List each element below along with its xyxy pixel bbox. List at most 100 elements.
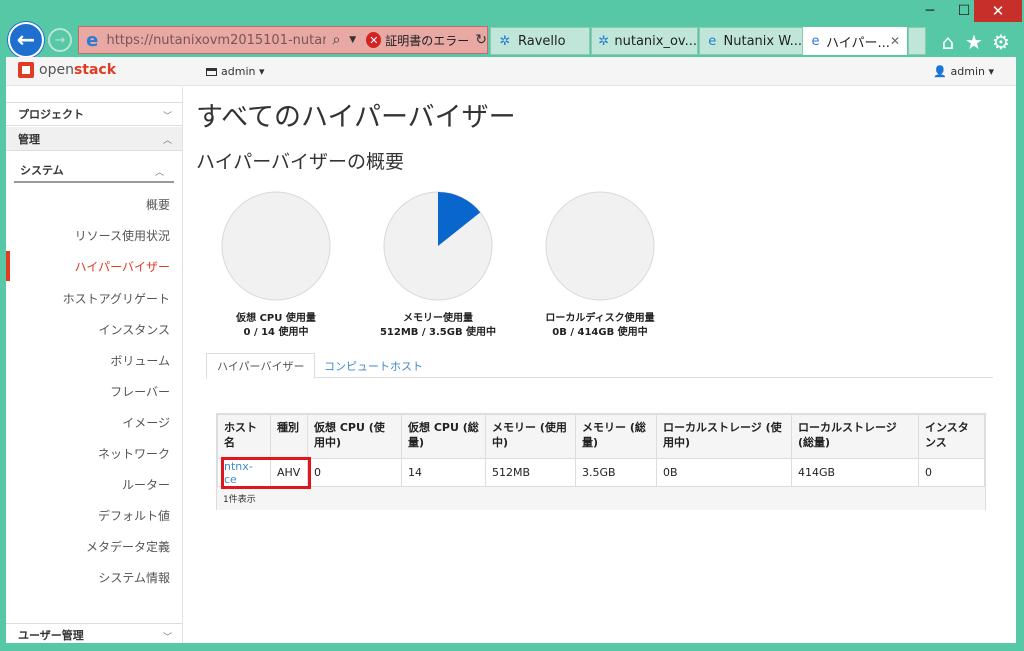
memory-usage-title: メモリー使用量 bbox=[403, 313, 473, 324]
col-local-storage-used[interactable]: ローカルストレージ (使用中) bbox=[656, 414, 792, 459]
sidebar-item-defaults[interactable]: デフォルト値 bbox=[6, 500, 182, 530]
col-host-name[interactable]: ホスト名 bbox=[217, 414, 271, 459]
col-vcpu-total[interactable]: 仮想 CPU (総量) bbox=[401, 414, 486, 459]
table-footer: 1件表示 bbox=[217, 487, 985, 510]
chevron-down-icon: ﹀ bbox=[162, 112, 172, 122]
browser-tab-nutanix-w[interactable]: e Nutanix W... bbox=[699, 27, 803, 55]
ravello-icon: ✲ bbox=[598, 33, 610, 49]
browser-tab-nutanix-ov[interactable]: ✲ nutanix_ov... bbox=[591, 27, 698, 55]
summary-title: ハイパーバイザーの概要 bbox=[196, 151, 405, 173]
tab-label: nutanix_ov... bbox=[614, 33, 697, 49]
close-window-button[interactable]: ✕ bbox=[974, 0, 1022, 22]
sidebar-section-user-management[interactable]: ユーザー管理 ﹀ bbox=[6, 623, 182, 643]
sidebar-section-project[interactable]: プロジェクト ﹀ bbox=[6, 102, 182, 126]
tab-label: Ravello bbox=[518, 33, 566, 49]
sidebar: プロジェクト ﹀ 管理 ︿ システム ︿ 概要 リソース使用状況 ハイパーバイザー ホ… bbox=[6, 87, 183, 643]
col-memory-used[interactable]: メモリー (使用中) bbox=[485, 414, 576, 459]
sidebar-section-system[interactable]: システム ︿ bbox=[14, 159, 174, 183]
sidebar-item-routers[interactable]: ルーター bbox=[6, 469, 182, 499]
vcpu-used-cell: 0 bbox=[307, 458, 402, 487]
memory-used-cell: 512MB bbox=[485, 458, 576, 487]
sidebar-item-flavors[interactable]: フレーバー bbox=[6, 376, 182, 406]
storage-used-cell: 0B bbox=[656, 458, 792, 487]
col-type[interactable]: 種別 bbox=[270, 414, 308, 459]
forward-arrow-icon: → bbox=[54, 32, 66, 48]
content-tabs: ハイパーバイザー コンピュートホスト bbox=[206, 353, 993, 379]
ie-icon: e bbox=[708, 33, 717, 49]
instances-cell: 0 bbox=[918, 458, 985, 487]
disk-usage-pie bbox=[545, 191, 655, 301]
ravello-icon: ✲ bbox=[499, 33, 511, 49]
sidebar-item-volumes[interactable]: ボリューム bbox=[6, 345, 182, 375]
sidebar-item-instances[interactable]: インスタンス bbox=[6, 314, 182, 344]
forward-button[interactable]: → bbox=[48, 28, 72, 52]
col-instances[interactable]: インスタンス bbox=[918, 414, 985, 459]
cert-error-icon[interactable]: ✕ bbox=[366, 32, 382, 48]
disk-usage-label: ローカルディスク使用量 0B / 414GB 使用中 bbox=[515, 312, 685, 340]
tab-label: ハイパー... bbox=[826, 35, 890, 51]
vcpu-total-cell: 14 bbox=[401, 458, 486, 487]
sidebar-item-hypervisors[interactable]: ハイパーバイザー bbox=[6, 251, 182, 281]
vcpu-usage-title: 仮想 CPU 使用量 bbox=[236, 313, 316, 324]
col-memory-total[interactable]: メモリー (総量) bbox=[575, 414, 657, 459]
title-bar: ─ ☐ ✕ bbox=[0, 0, 1024, 24]
main-content: すべてのハイパーバイザー ハイパーバイザーの概要 仮想 CPU 使用量 0 / … bbox=[196, 87, 1006, 643]
sidebar-item-host-aggregates[interactable]: ホストアグリゲート bbox=[6, 283, 182, 313]
sidebar-item-networks[interactable]: ネットワーク bbox=[6, 438, 182, 468]
back-arrow-icon: ← bbox=[16, 27, 36, 53]
storage-total-cell: 414GB bbox=[791, 458, 919, 487]
page-title: すべてのハイパーバイザー bbox=[196, 102, 516, 133]
user-menu[interactable]: 👤 admin ▾ bbox=[933, 65, 994, 78]
browser-window: ─ ☐ ✕ ← → e https://nutanixovm2015101-nu… bbox=[0, 0, 1024, 651]
new-tab-button[interactable] bbox=[908, 27, 926, 55]
home-icon[interactable]: ⌂ bbox=[936, 30, 960, 54]
sidebar-item-images[interactable]: イメージ bbox=[6, 407, 182, 437]
openstack-topbar: open stack admin ▾ 👤 admin ▾ bbox=[6, 57, 1016, 86]
memory-usage-pie bbox=[383, 191, 493, 301]
dropdown-icon[interactable]: ▼ bbox=[349, 35, 360, 45]
browser-tab-ravello[interactable]: ✲ Ravello bbox=[490, 27, 590, 55]
disk-usage-detail: 0B / 414GB 使用中 bbox=[552, 327, 648, 338]
highlight-annotation-box bbox=[221, 457, 311, 489]
favorites-star-icon[interactable]: ★ bbox=[962, 30, 986, 54]
memory-usage-detail: 512MB / 3.5GB 使用中 bbox=[379, 327, 497, 338]
sidebar-item-resource-usage[interactable]: リソース使用状況 bbox=[6, 220, 182, 250]
back-button[interactable]: ← bbox=[8, 22, 44, 58]
address-bar[interactable]: e https://nutanixovm2015101-nutan... ⌕ ▼… bbox=[78, 26, 488, 54]
openstack-logo-icon bbox=[18, 62, 34, 78]
sidebar-item-overview[interactable]: 概要 bbox=[6, 189, 182, 219]
vcpu-usage-pie bbox=[221, 191, 331, 301]
table-row: ntnx-ce AHV 0 14 512MB 3.5GB 0B 414GB 0 bbox=[217, 458, 985, 487]
openstack-logo[interactable]: open stack bbox=[18, 62, 116, 78]
ie-icon: e bbox=[86, 29, 99, 51]
refresh-icon[interactable]: ↻ bbox=[475, 32, 487, 48]
vcpu-usage-label: 仮想 CPU 使用量 0 / 14 使用中 bbox=[191, 312, 361, 340]
close-tab-icon[interactable]: ✕ bbox=[890, 34, 900, 48]
ie-icon: e bbox=[811, 33, 820, 49]
sidebar-section-admin[interactable]: 管理 ︿ bbox=[6, 127, 182, 151]
memory-usage-label: メモリー使用量 512MB / 3.5GB 使用中 bbox=[353, 312, 523, 340]
table-header-row: ホスト名 種別 仮想 CPU (使用中) 仮想 CPU (総量) メモリー (使… bbox=[217, 414, 985, 459]
disk-usage-title: ローカルディスク使用量 bbox=[545, 313, 655, 324]
tab-label: Nutanix W... bbox=[723, 33, 802, 49]
chevron-up-icon: ︿ bbox=[162, 136, 172, 146]
browser-tab-hypervisor-active[interactable]: e ハイパー... ✕ bbox=[803, 27, 907, 55]
col-local-storage-total[interactable]: ローカルストレージ (総量) bbox=[791, 414, 919, 459]
chevron-down-icon: ﹀ bbox=[162, 633, 172, 643]
address-url[interactable]: https://nutanixovm2015101-nutan... bbox=[106, 33, 326, 48]
vcpu-usage-detail: 0 / 14 使用中 bbox=[243, 327, 309, 338]
minimize-button[interactable]: ─ bbox=[913, 0, 947, 22]
memory-total-cell: 3.5GB bbox=[575, 458, 657, 487]
chevron-up-icon: ︿ bbox=[154, 168, 164, 178]
sidebar-item-metadata-definitions[interactable]: メタデータ定義 bbox=[6, 531, 182, 561]
col-vcpu-used[interactable]: 仮想 CPU (使用中) bbox=[307, 414, 402, 459]
tab-compute-host[interactable]: コンピュートホスト bbox=[314, 353, 433, 378]
tab-hypervisors[interactable]: ハイパーバイザー bbox=[206, 353, 316, 379]
gear-icon[interactable]: ⚙ bbox=[989, 30, 1013, 54]
search-icon[interactable]: ⌕ bbox=[332, 32, 349, 48]
sidebar-item-system-info[interactable]: システム情報 bbox=[6, 562, 182, 592]
project-selector[interactable]: admin ▾ bbox=[206, 65, 264, 78]
project-icon bbox=[206, 67, 217, 76]
hypervisor-table: ホスト名 種別 仮想 CPU (使用中) 仮想 CPU (総量) メモリー (使… bbox=[216, 413, 986, 510]
cert-error-label[interactable]: 証明書のエラー bbox=[385, 32, 469, 49]
